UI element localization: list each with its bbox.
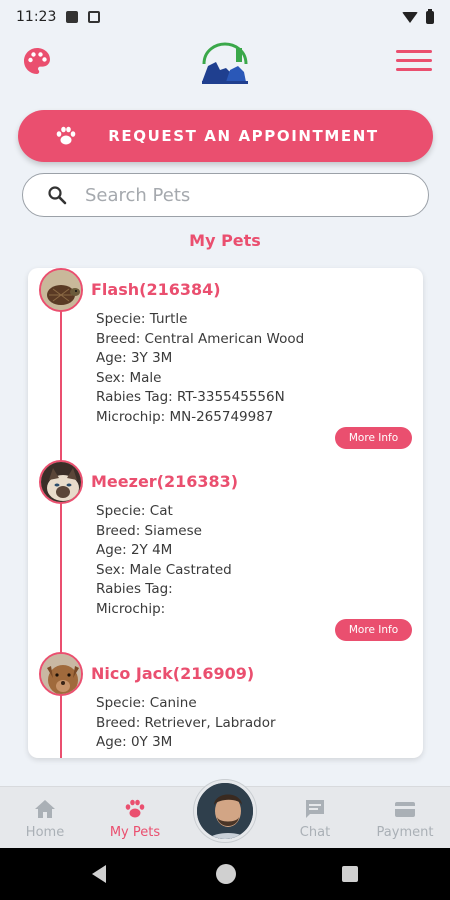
- pet-specie: Specie: Cat: [96, 503, 173, 519]
- pet-name[interactable]: Nico Jack(216909): [91, 664, 254, 683]
- nav-payment-label: Payment: [376, 825, 434, 840]
- pet-item: Flash(216384) Specie: Turtle Breed: Cent…: [28, 268, 423, 460]
- nav-home[interactable]: Home: [0, 787, 90, 849]
- pet-rabies-tag: Rabies Tag:: [96, 581, 173, 598]
- pet-name[interactable]: Meezer(216383): [91, 472, 238, 491]
- pets-list-card: Flash(216384) Specie: Turtle Breed: Cent…: [28, 268, 423, 758]
- wifi-icon: [402, 11, 418, 23]
- pet-age: Age: 2Y 4M: [96, 542, 173, 559]
- pet-sex: Sex: Male: [96, 369, 162, 386]
- pet-breed: Breed: Central American Wood: [96, 330, 305, 347]
- paw-icon: [125, 799, 145, 818]
- pet-item: Nico Jack(216909) Specie: Canine Breed: …: [28, 652, 423, 758]
- pet-specie: Specie: Canine: [96, 695, 197, 711]
- profile-avatar[interactable]: [194, 780, 256, 842]
- pet-microchip: Microchip:: [96, 600, 166, 617]
- request-appointment-button[interactable]: REQUEST AN APPOINTMENT: [18, 110, 433, 162]
- app-header: [0, 38, 450, 88]
- pet-avatar[interactable]: [39, 460, 83, 504]
- clinic-logo-icon: [202, 42, 248, 84]
- pet-age: Age: 3Y 3M: [96, 350, 173, 367]
- hamburger-menu-icon[interactable]: [396, 50, 432, 72]
- nav-my-pets[interactable]: My Pets: [90, 787, 180, 849]
- pet-avatar[interactable]: [39, 652, 83, 696]
- pet-details: Specie: Cat Breed: Siamese Age: 2Y 4M Se…: [96, 502, 232, 620]
- pet-microchip: Microchip: MN-265749987: [96, 408, 274, 425]
- sim-notification-icon: [88, 11, 101, 23]
- search-input[interactable]: [85, 184, 385, 206]
- section-title: My Pets: [189, 231, 261, 250]
- recents-square-icon[interactable]: [342, 866, 358, 882]
- back-icon[interactable]: [92, 865, 106, 883]
- status-time: 11:23: [16, 9, 57, 25]
- palette-icon[interactable]: [22, 46, 52, 76]
- pet-details: Specie: Canine Breed: Retriever, Labrado…: [96, 694, 276, 753]
- home-circle-icon[interactable]: [216, 864, 236, 884]
- pet-breed: Breed: Siamese: [96, 522, 202, 539]
- gallery-notification-icon: [66, 11, 79, 23]
- more-info-button[interactable]: More Info: [335, 619, 412, 641]
- battery-icon: [426, 8, 434, 24]
- pet-specie: Specie: Turtle: [96, 311, 188, 327]
- nav-payment[interactable]: Payment: [360, 787, 450, 849]
- pet-rabies-tag: Rabies Tag: RT-335545556N: [96, 389, 285, 406]
- pet-age: Age: 0Y 3M: [96, 734, 173, 751]
- more-info-button[interactable]: More Info: [335, 427, 412, 449]
- paw-icon: [56, 126, 76, 145]
- pet-details: Specie: Turtle Breed: Central American W…: [96, 310, 304, 428]
- pet-avatar[interactable]: [39, 268, 83, 312]
- credit-card-icon: [395, 802, 415, 817]
- status-bar: 11:23: [0, 0, 450, 34]
- nav-my-pets-label: My Pets: [109, 825, 161, 840]
- search-icon: [48, 186, 67, 205]
- request-appointment-label: REQUEST AN APPOINTMENT: [108, 127, 379, 145]
- pet-sex: Sex: Male Castrated: [96, 561, 232, 578]
- pet-item: Meezer(216383) Specie: Cat Breed: Siames…: [28, 460, 423, 652]
- system-navigation-bar: [0, 848, 450, 900]
- search-bar: [22, 173, 429, 217]
- pet-breed: Breed: Retriever, Labrador: [96, 714, 276, 731]
- pet-name[interactable]: Flash(216384): [91, 280, 221, 299]
- nav-chat-label: Chat: [299, 825, 331, 840]
- home-icon: [35, 800, 55, 818]
- nav-home-label: Home: [25, 825, 65, 840]
- chat-icon: [306, 800, 324, 818]
- nav-chat[interactable]: Chat: [270, 787, 360, 849]
